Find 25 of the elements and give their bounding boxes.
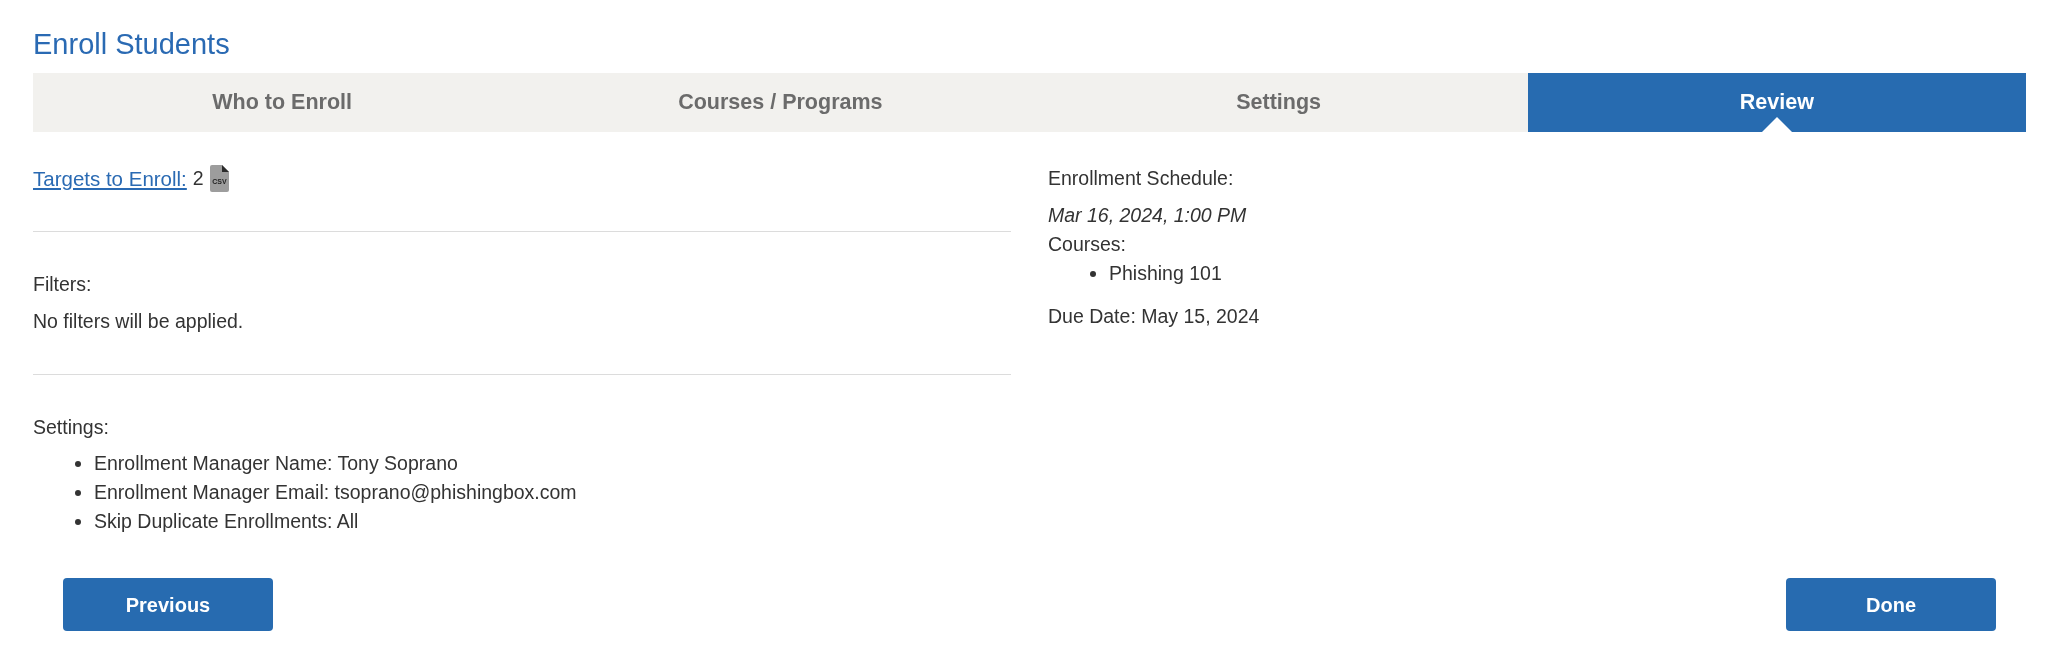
bullet-icon bbox=[75, 489, 81, 496]
step-tab[interactable]: Who to Enroll bbox=[33, 73, 532, 132]
settings-heading: Settings: bbox=[33, 415, 110, 440]
filters-heading: Filters: bbox=[33, 272, 93, 297]
bullet-icon bbox=[75, 460, 81, 467]
filters-text: No filters will be applied. bbox=[33, 309, 245, 334]
target-count: 2 bbox=[192, 166, 204, 191]
due-date: Due Date: May 15, 2024 bbox=[1048, 304, 1261, 329]
schedule-heading: Enrollment Schedule: bbox=[1048, 166, 1235, 191]
courses-label: Courses: bbox=[1048, 232, 1128, 257]
page-title: Enroll Students bbox=[33, 27, 231, 61]
bullet-icon bbox=[1090, 270, 1096, 277]
course-item: Phishing 101 bbox=[1109, 261, 1222, 286]
schedule-date: Mar 16, 2024, 1:00 PM bbox=[1048, 203, 1248, 228]
pointer-notch-icon bbox=[1761, 117, 1792, 132]
setting-item: Enrollment Manager Email: tsoprano@phishingbox.com bbox=[94, 480, 577, 505]
setting-item: Enrollment Manager Name: Tony Soprano bbox=[94, 451, 458, 476]
setting-item: Skip Duplicate Enrollments: All bbox=[94, 509, 359, 534]
bullet-icon bbox=[75, 518, 81, 525]
step-tab[interactable]: Courses / Programs bbox=[531, 73, 1030, 132]
step-tab[interactable]: Review bbox=[1527, 73, 2026, 132]
step-tab[interactable]: Settings bbox=[1029, 73, 1528, 132]
targets-link[interactable]: Targets to Enroll: bbox=[33, 164, 187, 193]
done-button[interactable]: Done bbox=[1786, 578, 1996, 631]
previous-button[interactable]: Previous bbox=[63, 578, 273, 631]
